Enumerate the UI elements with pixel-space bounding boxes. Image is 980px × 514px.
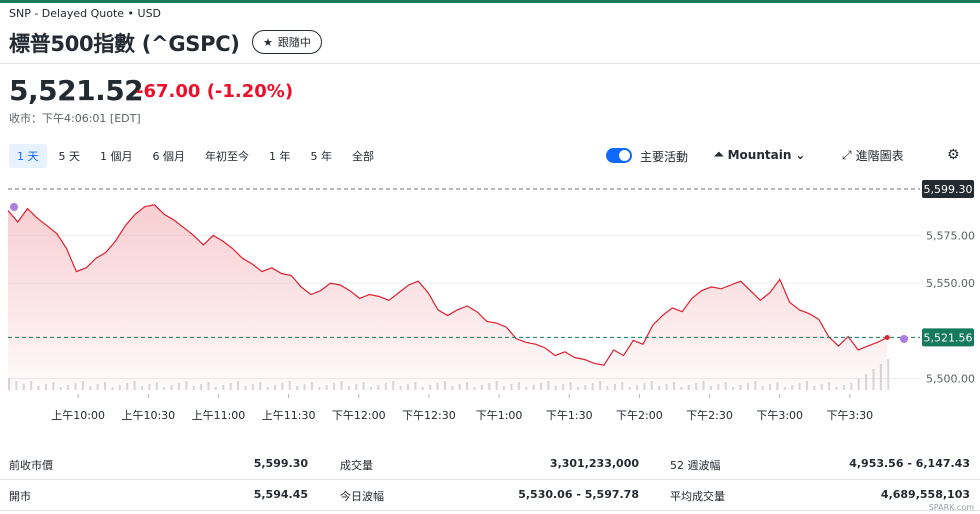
advanced-chart-button[interactable]: ⤢ 進階圖表 bbox=[842, 147, 904, 164]
x-tick-label: 上午11:00 bbox=[192, 409, 246, 422]
x-tick-label: 下午1:30 bbox=[546, 409, 593, 422]
key-events-label: 主要活動 bbox=[640, 150, 689, 164]
volume-bar bbox=[887, 359, 890, 390]
range-tab-1y[interactable]: 1 年 bbox=[261, 144, 299, 168]
range-tab-all[interactable]: 全部 bbox=[344, 144, 382, 168]
star-icon: ★ bbox=[263, 35, 273, 49]
range-tab-6m[interactable]: 6 個月 bbox=[145, 144, 194, 168]
stat-label: 平均成交量 bbox=[670, 490, 725, 503]
x-tick-label: 上午10:30 bbox=[121, 409, 175, 422]
chevron-down-icon: ⌄ bbox=[795, 147, 806, 162]
y-tick-label: 5,550.00 bbox=[926, 277, 975, 290]
price-chart[interactable]: 5,575.005,550.005,500.00 上午10:00 上午10:30 上… bbox=[0, 180, 980, 430]
advanced-chart-label: 進階圖表 bbox=[855, 149, 904, 163]
stat-label: 開市 bbox=[9, 490, 31, 503]
stat-value: 5,599.30 bbox=[253, 457, 308, 470]
key-events-toggle[interactable] bbox=[606, 148, 632, 163]
range-tab-5d[interactable]: 5 天 bbox=[51, 144, 89, 168]
range-tab-5y[interactable]: 5 年 bbox=[303, 144, 341, 168]
x-tick-label: 下午12:00 bbox=[332, 409, 386, 422]
price-change: -67.00 (-1.20%) bbox=[136, 81, 293, 102]
range-tabs: 1 天 5 天 1 個月 6 個月 年初至今 1 年 5 年 全部 bbox=[9, 144, 382, 168]
stat-value: 4,953.56 - 6,147.43 bbox=[849, 457, 970, 470]
follow-button[interactable]: ★ 跟隨中 bbox=[252, 30, 322, 54]
mountain-icon: ⏶ bbox=[714, 147, 724, 161]
current-price: 5,521.52 bbox=[9, 74, 144, 107]
stat-value: 4,689,558,103 bbox=[880, 488, 970, 501]
header-divider bbox=[0, 63, 980, 64]
range-tab-ytd[interactable]: 年初至今 bbox=[197, 144, 257, 168]
watermark: SPARK.com bbox=[928, 503, 974, 512]
stat-label: 前收市價 bbox=[9, 459, 53, 472]
stat-label: 52 週波幅 bbox=[670, 459, 721, 472]
price-area-fill bbox=[8, 204, 888, 390]
stats-row: 開市 5,594.45 今日波幅 5,530.06 - 5,597.78 平均成… bbox=[0, 480, 980, 511]
stat-label: 今日波幅 bbox=[340, 490, 384, 503]
price-change-percent: (-1.20%) bbox=[206, 81, 294, 102]
stat-value: 3,301,233,000 bbox=[549, 457, 639, 470]
y-axis-ticks: 5,575.00 5,550.00 5,500.00 bbox=[926, 229, 975, 385]
range-tab-1m[interactable]: 1 個月 bbox=[92, 144, 141, 168]
y-tick-label: 5,575.00 bbox=[926, 229, 975, 242]
y-tick-label: 5,500.00 bbox=[926, 373, 975, 386]
price-badges: 5,599.30 5,521.56 bbox=[922, 180, 974, 347]
quote-stats: 前收市價 5,599.30 成交量 3,301,233,000 52 週波幅 4… bbox=[0, 449, 980, 511]
chart-type-dropdown[interactable]: ⏶ Mountain ⌄ bbox=[714, 147, 805, 162]
range-tab-1d[interactable]: 1 天 bbox=[9, 144, 47, 168]
x-tick-label: 下午2:30 bbox=[686, 409, 733, 422]
prev-close-badge: 5,599.30 bbox=[924, 183, 973, 196]
stat-label: 成交量 bbox=[340, 459, 373, 472]
gear-icon[interactable]: ⚙ bbox=[947, 147, 960, 163]
current-price-badge: 5,521.56 bbox=[924, 331, 973, 344]
event-marker bbox=[10, 203, 18, 211]
x-tick-label: 下午3:30 bbox=[826, 409, 873, 422]
exchange-info: SNP - Delayed Quote • USD bbox=[9, 7, 162, 20]
price-change-value: -67.00 bbox=[136, 81, 201, 102]
last-price-dot bbox=[884, 334, 890, 340]
x-tick-label: 上午11:30 bbox=[262, 409, 316, 422]
x-axis-ticks: 上午10:00 上午10:30 上午11:00 上午11:30 下午12:00 下午12:… bbox=[51, 394, 873, 422]
close-timestamp: 收市：下午4:06:01 [EDT] bbox=[9, 112, 141, 125]
x-tick-label: 下午12:30 bbox=[402, 409, 456, 422]
x-tick-label: 下午1:00 bbox=[476, 409, 523, 422]
x-tick-label: 下午2:00 bbox=[616, 409, 663, 422]
chart-type-label: Mountain bbox=[727, 147, 792, 162]
stats-row: 前收市價 5,599.30 成交量 3,301,233,000 52 週波幅 4… bbox=[0, 449, 980, 480]
top-accent-line bbox=[0, 0, 980, 3]
follow-label: 跟隨中 bbox=[277, 36, 311, 49]
page-title: 標普500指數 (^GSPC) bbox=[9, 32, 240, 56]
stat-value: 5,594.45 bbox=[253, 488, 308, 501]
event-marker bbox=[900, 335, 908, 343]
expand-icon: ⤢ bbox=[842, 148, 852, 162]
stat-value: 5,530.06 - 5,597.78 bbox=[518, 488, 639, 501]
x-tick-label: 上午10:00 bbox=[51, 409, 105, 422]
x-tick-label: 下午3:00 bbox=[756, 409, 803, 422]
